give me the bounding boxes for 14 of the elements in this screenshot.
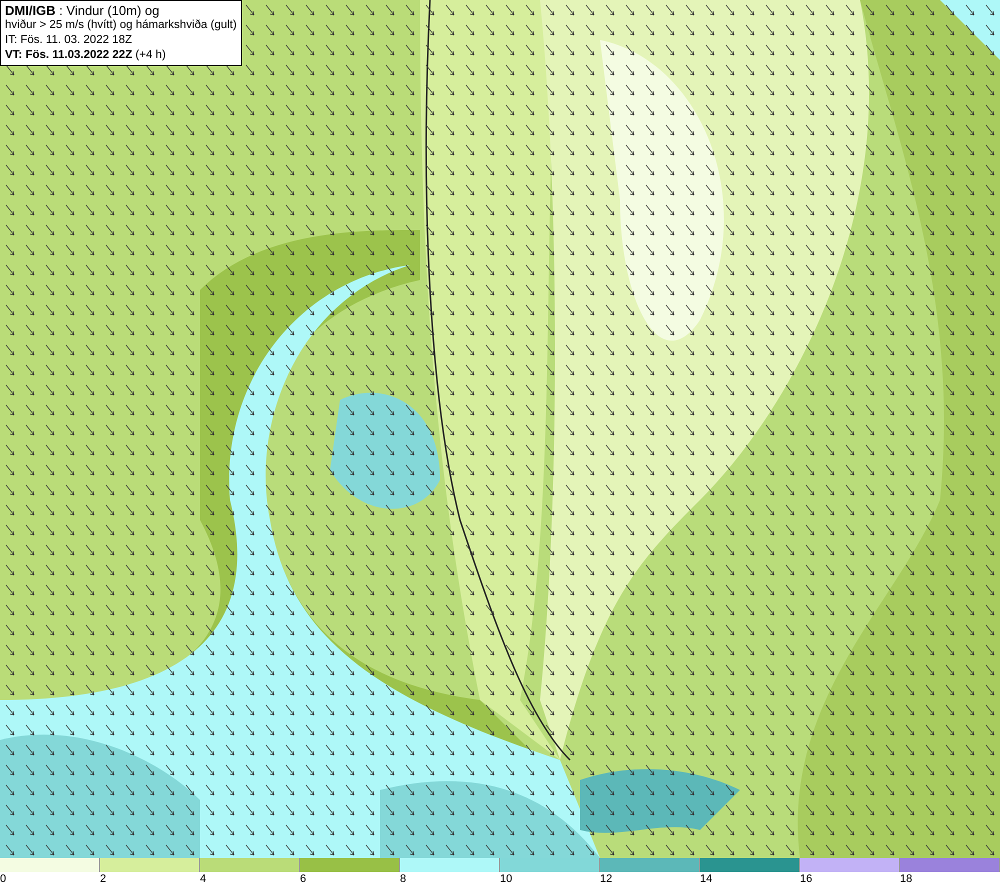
legend-label: 2 <box>100 872 106 886</box>
legend-label: 16 <box>800 872 812 886</box>
legend-label: 18 <box>900 872 912 886</box>
info-line: DMI/IGB : Vindur (10m) og <box>5 3 160 18</box>
info-line: hviður > 25 m/s (hvítt) og hámarkshviða (gult) <box>5 18 237 33</box>
legend-label: 10 <box>500 872 512 886</box>
legend-label: 0 <box>0 872 6 886</box>
legend-label: 4 <box>200 872 206 886</box>
legend-label: 6 <box>300 872 306 886</box>
info-line: VT: Fös. 11.03.2022 22Z (+4 h) <box>5 48 167 63</box>
legend-label: 8 <box>400 872 406 886</box>
legend-label: 12 <box>600 872 612 886</box>
legend-label: 14 <box>700 872 712 886</box>
info-line: IT: Fös. 11. 03. 2022 18Z <box>5 33 133 48</box>
